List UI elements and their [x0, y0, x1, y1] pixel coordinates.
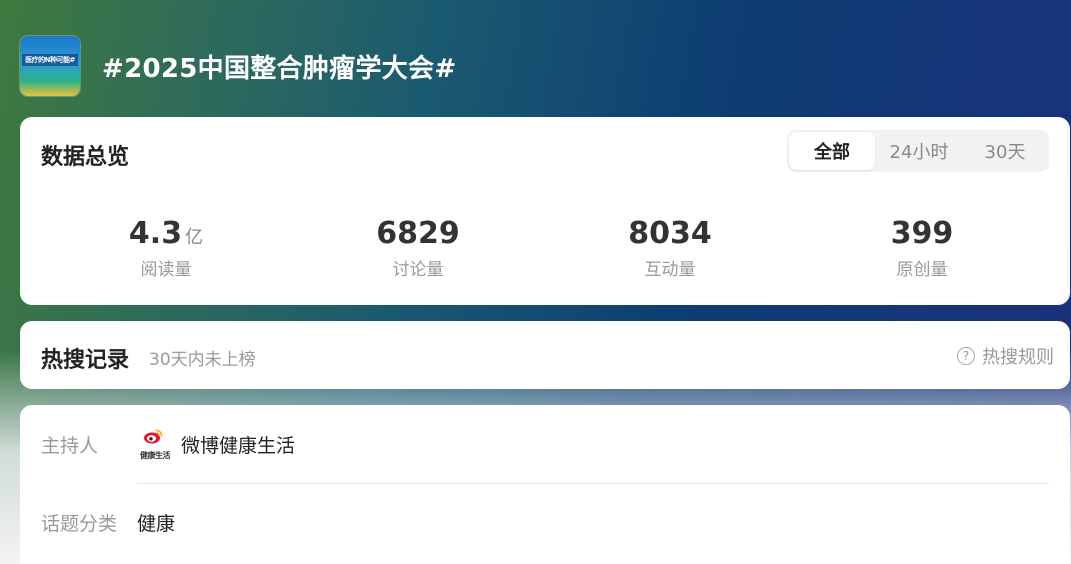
host-row: 主持人 健康生活 微博健康生活 — [41, 427, 295, 461]
hot-search-rules-label: 热搜规则 — [982, 347, 1054, 368]
category-row: 话题分类 健康 — [41, 509, 175, 536]
logo-text: 医疗的N种可能# — [25, 56, 75, 64]
stat-read-value: 4.3 — [128, 216, 183, 251]
topic-info-card: 主持人 健康生活 微博健康生活 话题分类 健康 — [20, 405, 1070, 564]
stat-interaction-value: 8034 — [628, 216, 712, 251]
stat-interaction-label: 互动量 — [644, 260, 696, 280]
tab-24h[interactable]: 24小时 — [875, 132, 963, 170]
tab-all[interactable]: 全部 — [789, 132, 875, 170]
category-label: 话题分类 — [41, 513, 118, 535]
stat-discussion-label: 讨论量 — [392, 260, 444, 280]
topic-title: #2025中国整合肿瘤学大会# — [102, 53, 457, 84]
category-value: 健康 — [137, 513, 176, 535]
stat-read-label: 阅读量 — [140, 260, 192, 280]
question-circle-icon: ? — [957, 347, 975, 365]
stat-read: 4.3 亿 阅读量 — [40, 215, 292, 280]
stats-row: 4.3 亿 阅读量 6829 讨论量 8034 互动量 399 原创量 — [20, 215, 1070, 280]
host-avatar-text: 健康生活 — [140, 451, 171, 460]
weibo-logo-icon — [144, 429, 163, 444]
stat-discussion: 6829 讨论量 — [292, 215, 544, 280]
stat-discussion-value: 6829 — [376, 216, 460, 251]
host-avatar[interactable]: 健康生活 — [137, 427, 173, 461]
info-divider — [137, 483, 1049, 484]
tab-30d[interactable]: 30天 — [963, 132, 1047, 170]
overview-title: 数据总览 — [41, 145, 130, 170]
hot-search-status: 30天内未上榜 — [149, 350, 256, 370]
topic-header: 医疗的N种可能# #2025中国整合肿瘤学大会# — [20, 36, 456, 96]
stat-original: 399 原创量 — [796, 215, 1048, 280]
stat-original-label: 原创量 — [896, 260, 948, 280]
hot-search-rules-link[interactable]: ? 热搜规则 — [957, 343, 1054, 369]
stat-read-unit: 亿 — [185, 227, 204, 248]
stat-interaction: 8034 互动量 — [544, 215, 796, 280]
time-range-tabs: 全部 24小时 30天 — [787, 130, 1049, 172]
host-name[interactable]: 微博健康生活 — [181, 431, 295, 458]
hot-search-title: 热搜记录 — [41, 348, 130, 373]
topic-page: 医疗的N种可能# #2025中国整合肿瘤学大会# 数据总览 全部 24小时 30… — [0, 0, 1071, 564]
host-label: 主持人 — [41, 434, 99, 457]
data-overview-card: 数据总览 全部 24小时 30天 4.3 亿 阅读量 6829 讨论量 8034… — [20, 117, 1070, 305]
stat-original-value: 399 — [890, 216, 954, 251]
hot-search-card: 热搜记录 30天内未上榜 ? 热搜规则 — [20, 321, 1070, 389]
topic-logo: 医疗的N种可能# — [20, 36, 80, 96]
